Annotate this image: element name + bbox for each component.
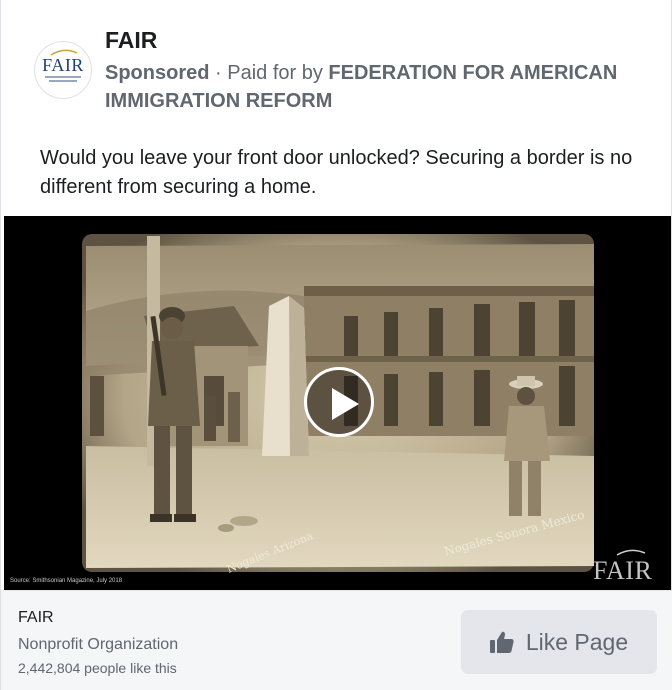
play-icon: [332, 388, 359, 420]
ad-body-text: Would you leave your front door unlocked…: [40, 147, 633, 198]
sponsored-meta: Sponsored · Paid for by FEDERATION FOR A…: [105, 59, 645, 115]
video-player[interactable]: Nogales Arizona Nogales Sonora Mexico So…: [4, 216, 671, 590]
like-page-button[interactable]: Like Page: [461, 610, 657, 674]
meta-separator: ·: [209, 62, 228, 84]
page-like-count: 2,442,804 people like this: [18, 660, 177, 676]
thumbs-up-icon: [489, 631, 514, 653]
logo-tagline-line: [49, 80, 77, 82]
play-button[interactable]: [304, 367, 374, 437]
like-page-label: Like Page: [525, 628, 629, 655]
paid-for-prefix: Paid for by: [227, 62, 329, 84]
page-footer: FAIR Nonprofit Organization 2,442,804 pe…: [1, 590, 672, 690]
page-category: Nonprofit Organization: [18, 636, 179, 653]
fair-watermark: FAIR: [593, 556, 653, 585]
sponsored-post-card: FAIR FAIR Sponsored · Paid for by FEDERA…: [0, 0, 672, 690]
page-avatar[interactable]: FAIR: [34, 41, 92, 99]
footer-page-name[interactable]: FAIR: [18, 609, 54, 627]
sponsored-label[interactable]: Sponsored: [105, 62, 209, 84]
logo-tagline-line: [45, 76, 81, 78]
avatar-logo-text: FAIR: [42, 55, 84, 75]
page-name-link[interactable]: FAIR: [105, 27, 157, 54]
source-caption: Source: Smithsonian Magazine, July 2018: [10, 578, 123, 584]
